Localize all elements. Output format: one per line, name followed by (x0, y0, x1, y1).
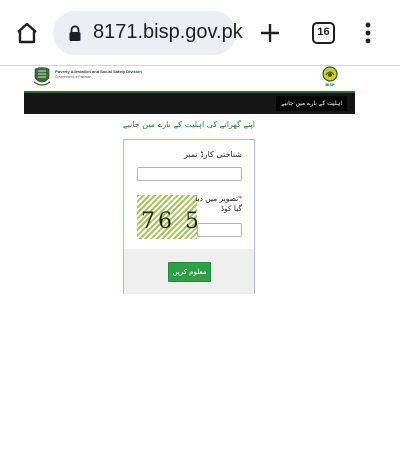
tabs-button[interactable]: 16 (312, 22, 335, 44)
form-actions: معلوم کریں (124, 249, 254, 294)
plus-icon[interactable] (258, 21, 282, 45)
browser-toolbar: 8171.bisp.gov.pk 16 (0, 0, 400, 66)
site-header: Poverty Alleviation and Social Safety Di… (24, 66, 355, 88)
bisp-logo: BISP (318, 66, 342, 89)
tabs-count: 16 (317, 26, 330, 38)
nav-bar: اہلیت کے بارے میں جانیے (24, 91, 355, 114)
nav-item-eligibility[interactable]: اہلیت کے بارے میں جانیے (276, 96, 347, 111)
government-emblem-icon (33, 67, 51, 86)
captcha-input[interactable] (197, 223, 242, 237)
division-title: Poverty Alleviation and Social Safety Di… (55, 69, 142, 74)
address-bar[interactable]: 8171.bisp.gov.pk (53, 11, 243, 55)
captcha-image: 76 5? (137, 195, 197, 239)
captcha-text: 76 5? (141, 209, 197, 234)
lock-icon (69, 25, 81, 41)
home-icon[interactable] (14, 20, 40, 46)
overflow-menu-icon[interactable] (361, 21, 375, 45)
page-heading: اپنے گھرانے کی اہلیت کے بارے میں جانیے (123, 120, 255, 129)
url-text[interactable]: 8171.bisp.gov.pk (93, 21, 243, 44)
captcha-label: *تصویر میں دیا گیا کوڈ (192, 194, 242, 214)
cnic-label: شناختی کارڈ نمبر (183, 150, 242, 159)
division-subtitle: Government of Pakistan (55, 75, 92, 79)
captcha-label-text: تصویر میں دیا گیا کوڈ (195, 194, 242, 213)
required-star: * (238, 194, 242, 203)
bisp-logo-icon (322, 66, 338, 82)
submit-button[interactable]: معلوم کریں (168, 262, 211, 282)
cnic-input[interactable] (137, 167, 242, 181)
eligibility-form: شناختی کارڈ نمبر 76 5? *تصویر میں دیا گی… (123, 139, 255, 294)
bisp-logo-text: BISP (325, 82, 335, 87)
